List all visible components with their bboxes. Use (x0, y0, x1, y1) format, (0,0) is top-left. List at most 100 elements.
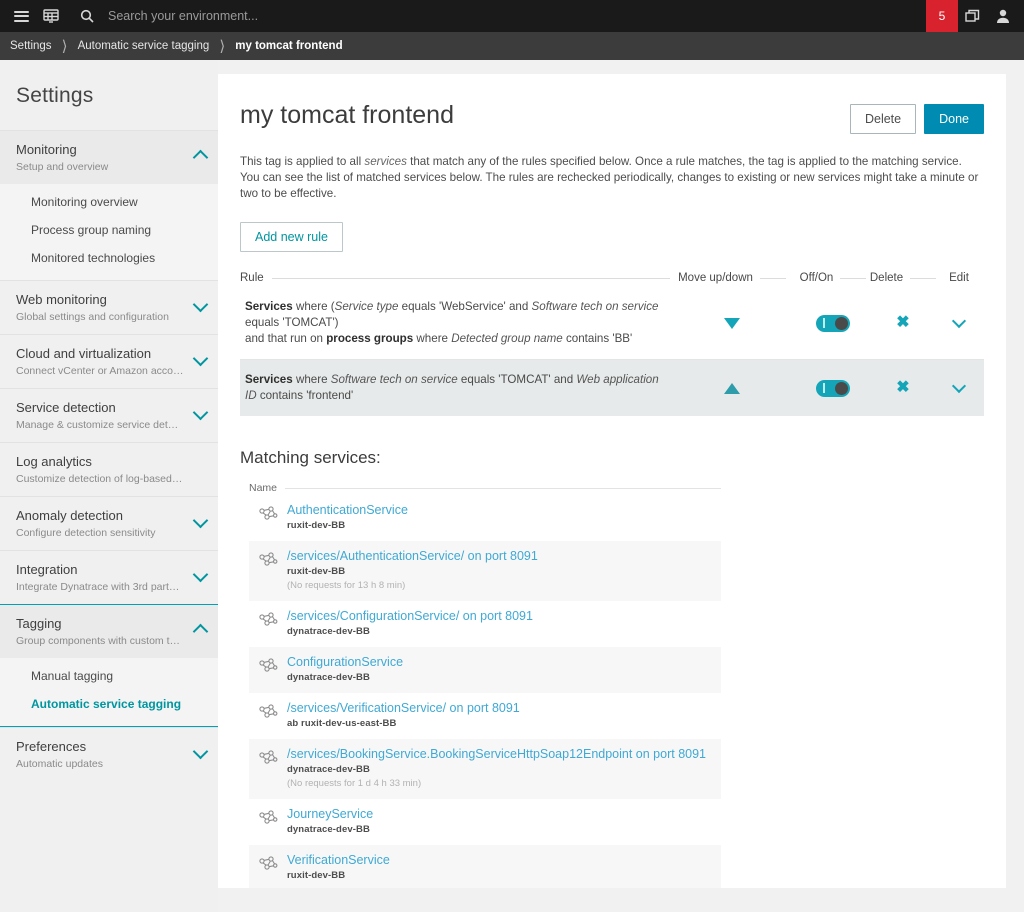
sidebar-group-integration[interactable]: Integration Integrate Dynatrace with 3rd … (0, 550, 218, 604)
sidebar-group-header[interactable]: Service detection Manage & customize serv… (0, 389, 218, 442)
sidebar-group-header[interactable]: Preferences Automatic updates (0, 728, 218, 781)
sidebar-group-subtitle: Global settings and configuration (16, 311, 169, 323)
sidebar-item-process-group-naming[interactable]: Process group naming (0, 216, 218, 244)
sidebar-group-web-monitoring[interactable]: Web monitoring Global settings and config… (0, 280, 218, 334)
breadcrumb-item-settings[interactable]: Settings (8, 40, 54, 52)
sidebar-group-title: Web monitoring (16, 292, 107, 307)
user-avatar-icon[interactable] (988, 0, 1018, 32)
service-topology-icon (249, 502, 287, 522)
rule-edit-cell (934, 378, 984, 394)
service-name-link[interactable]: /services/ConfigurationService/ on port … (287, 608, 721, 625)
search-box[interactable] (66, 0, 926, 32)
matching-service-body: /services/BookingService.BookingServiceH… (287, 746, 721, 791)
sidebar-group-header[interactable]: Integration Integrate Dynatrace with 3rd … (0, 551, 218, 604)
matching-service-body: JourneyService dynatrace-dev-BB (287, 806, 721, 837)
rule-enabled-toggle[interactable] (816, 379, 850, 397)
rule-enabled-toggle[interactable] (816, 314, 850, 332)
rule-row: Services where (Service type equals 'Web… (240, 287, 984, 359)
done-button[interactable]: Done (924, 104, 984, 134)
dashboard-icon[interactable] (36, 0, 66, 32)
delete-button[interactable]: Delete (849, 104, 917, 134)
sidebar-subitem-list: Monitoring overview Process group naming M… (0, 184, 218, 280)
search-icon[interactable] (72, 0, 102, 32)
service-host-label: dynatrace-dev-BB (287, 824, 370, 835)
sidebar-title: Settings (16, 84, 94, 107)
matching-service-row[interactable]: VerificationService ruxit-dev-BB (249, 845, 721, 888)
sidebar-item-monitored-technologies[interactable]: Monitored technologies (0, 244, 218, 272)
service-topology-icon (249, 654, 287, 674)
sidebar-group-header[interactable]: Anomaly detection Configure detection sen… (0, 497, 218, 550)
breadcrumb-separator-icon: ⟩ (61, 38, 68, 55)
toggle-on-bar (823, 383, 825, 393)
close-x-icon[interactable]: ✖ (896, 315, 909, 331)
service-name-link[interactable]: JourneyService (287, 806, 721, 823)
sidebar-group-header[interactable]: Cloud and virtualization Connect vCenter … (0, 335, 218, 388)
sidebar-group-tagging[interactable]: Tagging Group components with custom tags… (0, 604, 218, 727)
sidebar-group-log-analytics[interactable]: Log analytics Customize detection of log-… (0, 442, 218, 496)
sidebar-group-title: Integration (16, 562, 78, 577)
matching-service-row[interactable]: /services/ConfigurationService/ on port … (249, 601, 721, 647)
toggle-on-bar (823, 318, 825, 328)
breadcrumb-item-automatic-service-tagging[interactable]: Automatic service tagging (76, 40, 212, 52)
rule-row: Services where Software tech on service … (240, 359, 984, 416)
close-x-icon[interactable]: ✖ (896, 380, 909, 396)
sidebar-item-manual-tagging[interactable]: Manual tagging (0, 662, 218, 690)
header-divider (840, 277, 867, 279)
sidebar-group-service-detection[interactable]: Service detection Manage & customize serv… (0, 388, 218, 442)
service-name-link[interactable]: VerificationService (287, 852, 721, 869)
service-host-label: ruxit-dev-BB (287, 566, 346, 577)
top-bar-right-actions: 5 (926, 0, 1024, 32)
rule-delete-cell: ✖ (872, 380, 934, 396)
triangle-up-icon[interactable] (724, 382, 740, 394)
matching-service-row[interactable]: ConfigurationService dynatrace-dev-BB (249, 647, 721, 693)
matching-services-heading: Matching services: (240, 448, 381, 467)
matching-service-row[interactable]: AuthenticationService ruxit-dev-BB (249, 495, 721, 541)
page-title: my tomcat frontend (240, 101, 454, 129)
matching-service-row[interactable]: JourneyService dynatrace-dev-BB (249, 799, 721, 845)
column-header-move: Move up/down (678, 272, 753, 284)
service-host-label: ab ruxit-dev-us-east-BB (287, 718, 397, 729)
service-name-link[interactable]: /services/BookingService.BookingServiceH… (287, 746, 721, 763)
toggle-knob (835, 316, 848, 330)
service-name-link[interactable]: ConfigurationService (287, 654, 721, 671)
matching-service-row[interactable]: /services/VerificationService/ on port 8… (249, 693, 721, 739)
sidebar-group-cloud-and-virtualization[interactable]: Cloud and virtualization Connect vCenter … (0, 334, 218, 388)
card-header: my tomcat frontend Delete Done (240, 100, 984, 134)
rule-toggle-cell (794, 314, 872, 332)
service-host-label: ruxit-dev-BB (287, 870, 346, 881)
service-name-link[interactable]: /services/AuthenticationService/ on port… (287, 548, 721, 565)
sidebar-item-automatic-service-tagging[interactable]: Automatic service tagging (0, 690, 218, 718)
column-header-name: Name (249, 482, 278, 494)
sidebar-group-header[interactable]: Log analytics Customize detection of log-… (0, 443, 218, 496)
rule-move-cell (670, 317, 794, 329)
sidebar: Settings Monitoring Setup and overview Mon… (0, 60, 218, 912)
service-name-link[interactable]: AuthenticationService (287, 502, 721, 519)
sidebar-item-monitoring-overview[interactable]: Monitoring overview (0, 188, 218, 216)
rules-table: Rule Move up/down Off/On Delete Edit Ser… (240, 272, 984, 416)
search-input[interactable] (102, 0, 432, 32)
sidebar-group-header[interactable]: Monitoring Setup and overview (0, 131, 218, 184)
rule-move-cell (670, 382, 794, 394)
rule-condition-text: Services where (Service type equals 'Web… (245, 300, 659, 345)
service-name-link[interactable]: /services/VerificationService/ on port 8… (287, 700, 721, 717)
sidebar-group-header[interactable]: Web monitoring Global settings and config… (0, 281, 218, 334)
sidebar-group-anomaly-detection[interactable]: Anomaly detection Configure detection sen… (0, 496, 218, 550)
breadcrumb: Settings ⟩ Automatic service tagging ⟩ m… (0, 32, 1024, 60)
notification-badge[interactable]: 5 (926, 0, 958, 32)
matching-service-row[interactable]: /services/BookingService.BookingServiceH… (249, 739, 721, 799)
add-new-rule-button[interactable]: Add new rule (240, 222, 343, 252)
sidebar-group-preferences[interactable]: Preferences Automatic updates (0, 727, 218, 781)
matching-service-row[interactable]: /services/AuthenticationService/ on port… (249, 541, 721, 601)
hamburger-menu-icon[interactable] (6, 0, 36, 32)
sidebar-group-header[interactable]: Tagging Group components with custom tags (0, 605, 218, 658)
sidebar-group-title: Cloud and virtualization (16, 346, 152, 361)
chevron-down-icon[interactable] (951, 313, 967, 329)
service-no-requests-note: (No requests for 13 h 8 min) (287, 580, 406, 591)
column-header-rule: Rule (240, 272, 264, 284)
sidebar-group-monitoring[interactable]: Monitoring Setup and overview Monitoring o… (0, 130, 218, 280)
sidebar-group-title: Log analytics (16, 454, 92, 469)
triangle-down-icon[interactable] (724, 317, 740, 329)
clone-windows-icon[interactable] (958, 0, 988, 32)
chevron-down-icon[interactable] (951, 378, 967, 394)
matching-service-body: /services/ConfigurationService/ on port … (287, 608, 721, 639)
